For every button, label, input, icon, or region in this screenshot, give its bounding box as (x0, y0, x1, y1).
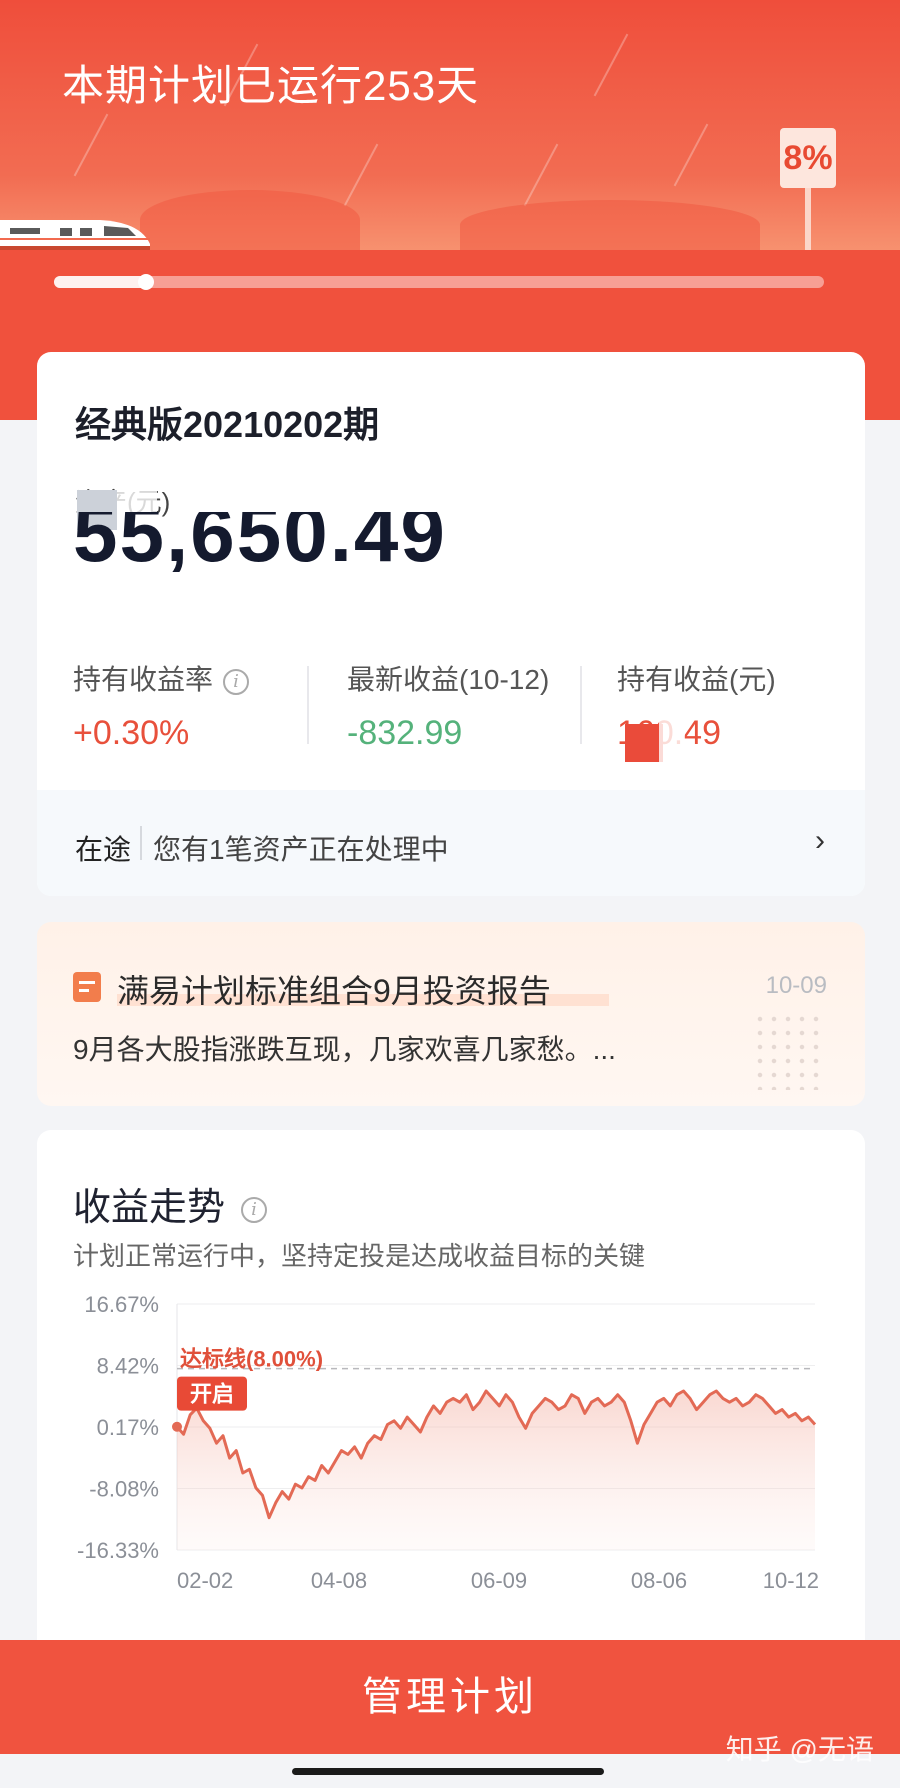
x-tick-label: 10-12 (763, 1568, 819, 1593)
info-icon[interactable]: i (241, 1196, 268, 1223)
asset-value-clip: 55,650.49 (73, 512, 673, 572)
x-tick-label: 08-06 (631, 1568, 687, 1593)
plan-name: 经典版20210202期 (75, 404, 380, 445)
home-indicator (292, 1768, 604, 1775)
plan-days-title: 本期计划已运行253天 (62, 62, 480, 109)
y-tick-label: -16.33% (77, 1538, 159, 1563)
stat-label: 最新收益(10-12) (347, 664, 550, 695)
y-tick-label: 0.17% (97, 1415, 159, 1440)
stat-value: +0.30% (73, 714, 190, 752)
y-tick-label: -8.08% (89, 1477, 159, 1502)
report-date: 10-09 (765, 972, 827, 999)
y-tick-label: 16.67% (84, 1292, 159, 1317)
y-tick-label: 8.42% (97, 1354, 159, 1379)
start-tag-label: 开启 (190, 1382, 234, 1407)
x-tick-label: 06-09 (471, 1568, 527, 1593)
profit-trend-chart: 16.67% 8.42% 0.17% -8.08% -16.33% 达标线(8.00%) 开… (77, 1292, 819, 1593)
report-summary: 9月各大股指涨跌互现，几家欢喜几家愁。... (73, 1034, 616, 1065)
run-progress-fill (54, 276, 147, 288)
privacy-mask (625, 724, 663, 762)
series-area (177, 1391, 815, 1550)
start-point (172, 1421, 182, 1432)
train-icon (0, 220, 150, 250)
stat-latest-profit: 最新收益(10-12) -832.99 (347, 658, 549, 753)
target-sign: 8% (780, 128, 836, 188)
target-sign-post (805, 188, 811, 250)
divider (580, 666, 582, 744)
asset-card: 经典版20210202期 资产(元) 55,650.49 持有收益率i +0.3… (37, 352, 865, 896)
stat-holding-rate: 持有收益率 i +0.30% (73, 658, 250, 753)
divider (140, 826, 142, 860)
decor-hill (140, 190, 360, 250)
document-icon (73, 972, 101, 1002)
run-progress-track (54, 276, 824, 288)
chart-title: 收益走势 i (73, 1176, 268, 1231)
in-progress-tag: 在途 (75, 834, 132, 865)
divider (307, 666, 309, 744)
stat-label: 持有收益率 i (73, 658, 250, 698)
decor-hill (460, 200, 760, 250)
in-progress-row[interactable]: 在途 您有1笔资产正在处理中 › (37, 790, 865, 896)
x-tick-label: 02-02 (177, 1568, 233, 1593)
in-progress-text: 您有1笔资产正在处理中 (153, 834, 449, 865)
privacy-mask (659, 718, 685, 766)
target-line-label: 达标线(8.00%) (180, 1347, 323, 1372)
x-tick-label: 04-08 (311, 1568, 367, 1593)
report-title: 满易计划标准组合9月投资报告 (117, 973, 551, 1009)
info-icon[interactable]: i (223, 668, 250, 695)
asset-value: 55,650.49 (73, 512, 447, 572)
chevron-right-icon: › (815, 824, 825, 857)
stat-label: 持有收益(元) (617, 664, 776, 695)
report-card[interactable]: 满易计划标准组合9月投资报告 10-09 9月各大股指涨跌互现，几家欢喜几家愁。… (37, 922, 865, 1106)
watermark: 知乎 @无语 (725, 1734, 874, 1765)
decor-dots (753, 1012, 825, 1090)
chart-subtitle: 计划正常运行中，坚持定投是达成收益目标的关键 (73, 1241, 646, 1271)
stat-value: -832.99 (347, 714, 463, 752)
